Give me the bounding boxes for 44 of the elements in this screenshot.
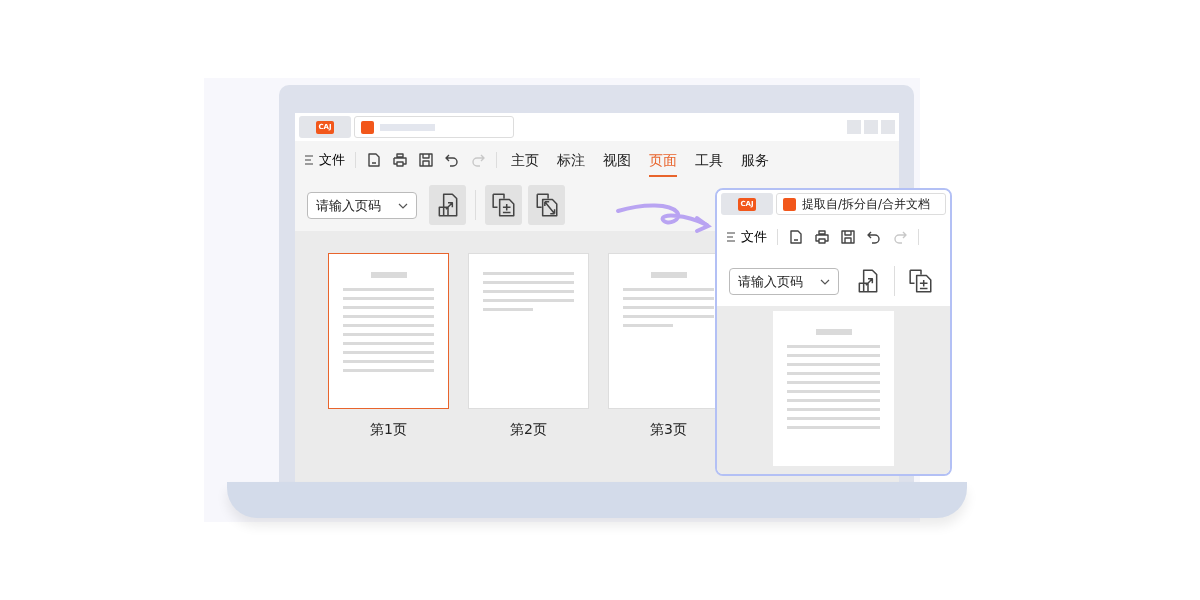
page-number-field[interactable]: 请输入页码 [307,191,417,219]
tab-title: 提取自/拆分自/合并文档 [802,196,931,213]
undo-icon [444,152,460,168]
page-plus-icon [490,192,517,218]
title-placeholder-bar [380,123,435,131]
floppy-button[interactable] [840,229,856,245]
ribbon-tab[interactable]: 标注 [557,143,585,177]
chevron-down-icon [398,202,408,209]
page-thumbnail[interactable] [773,311,894,466]
page-plus-button[interactable] [485,185,522,225]
chevron-down-icon [820,278,830,285]
page-arrow-button[interactable] [429,185,466,225]
file-menu-button[interactable]: 文件 [305,150,345,170]
printer-icon [392,152,408,168]
file-menu-button[interactable]: 文件 [727,227,767,247]
page-thumbnail[interactable] [328,253,449,409]
ribbon-tab[interactable]: 主页 [511,143,539,177]
printer-button[interactable] [392,152,408,168]
page-plus-icon [908,268,934,294]
document-icon [361,120,374,134]
floppy-button[interactable] [418,152,434,168]
undo-icon [866,229,882,245]
redo-icon [470,152,486,168]
menu-icon [727,232,735,242]
menu-icon [305,155,313,165]
page-number-field[interactable]: 请输入页码 [729,267,839,295]
floppy-icon [840,229,856,245]
ribbon-tab[interactable]: 视图 [603,143,631,177]
document-icon [783,197,796,211]
page-expand-button[interactable] [528,185,565,225]
page-label: 第1页 [370,420,407,439]
ribbon-tab[interactable]: 工具 [695,143,723,177]
floppy-icon [418,152,434,168]
page-expand-icon [533,192,560,218]
document-tab[interactable] [354,116,514,138]
ribbon-tab[interactable]: 服务 [741,143,769,177]
document-tab[interactable]: 提取自/拆分自/合并文档 [776,193,946,215]
page-label: 第3页 [650,420,687,439]
undo-button[interactable] [444,152,460,168]
undo-button[interactable] [866,229,882,245]
redo-icon [892,229,908,245]
page-label: 第2页 [510,420,547,439]
printer-icon [814,229,830,245]
printer-button[interactable] [814,229,830,245]
